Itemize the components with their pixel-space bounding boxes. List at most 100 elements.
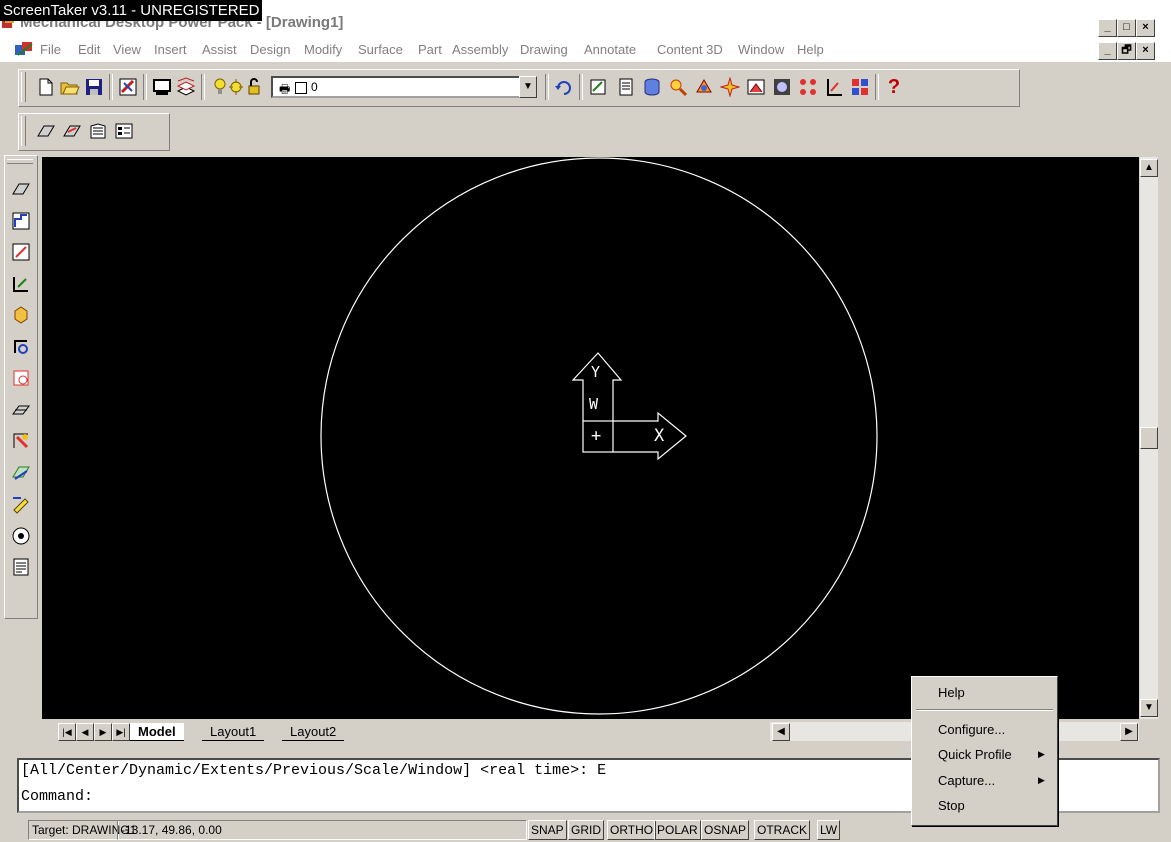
menu-surface[interactable]: Surface xyxy=(358,42,403,57)
menu-item-help[interactable]: Help xyxy=(938,685,965,700)
snap-toggle[interactable]: SNAP xyxy=(528,820,567,840)
drawing-canvas[interactable]: Y W + X xyxy=(42,157,1139,719)
doc-restore-button[interactable]: 🗗 xyxy=(1117,42,1136,60)
menu-item-configure[interactable]: Configure... xyxy=(938,722,1005,737)
placed-feature-icon[interactable] xyxy=(10,430,32,452)
scroll-left-button[interactable]: ◀ xyxy=(772,723,790,741)
maximize-button[interactable]: □ xyxy=(1117,19,1136,37)
toolbar-grip[interactable] xyxy=(21,116,26,146)
menu-edit[interactable]: Edit xyxy=(78,42,100,57)
ucs-x-label: X xyxy=(654,426,665,446)
first-tab-button[interactable]: |◀ xyxy=(58,723,76,741)
close-button[interactable]: × xyxy=(1136,19,1155,37)
menu-content-3d[interactable]: Content 3D xyxy=(657,42,723,57)
menu-view[interactable]: View xyxy=(113,42,141,57)
save-icon[interactable] xyxy=(83,76,105,98)
layers-icon[interactable] xyxy=(175,76,197,98)
assembly-tool-icon[interactable] xyxy=(693,76,715,98)
tab-layout1[interactable]: Layout1 xyxy=(202,723,265,741)
properties-icon[interactable] xyxy=(615,76,637,98)
help-question-icon[interactable]: ? xyxy=(883,76,905,98)
menu-assembly[interactable]: Assembly xyxy=(452,42,508,57)
scroll-up-button[interactable]: ▲ xyxy=(1140,159,1158,177)
desktop-browser-icon[interactable] xyxy=(587,76,609,98)
menu-window[interactable]: Window xyxy=(738,42,784,57)
otrack-toggle[interactable]: OTRACK xyxy=(754,820,811,840)
revolve-icon[interactable] xyxy=(10,336,32,358)
new-file-icon[interactable] xyxy=(35,76,57,98)
polar-toggle[interactable]: POLAR xyxy=(654,820,701,840)
render-icon[interactable] xyxy=(771,76,793,98)
sketch-icon[interactable] xyxy=(10,178,32,200)
grid-toggle[interactable]: GRID xyxy=(568,820,604,840)
ucs-w-label: W xyxy=(589,395,599,413)
measure-icon[interactable] xyxy=(823,76,845,98)
menu-file[interactable]: File xyxy=(40,42,61,57)
screentaker-watermark: ScreenTaker v3.11 - UNREGISTERED xyxy=(0,0,263,21)
next-tab-button[interactable]: ▶ xyxy=(94,723,112,741)
menu-modify[interactable]: Modify xyxy=(304,42,342,57)
grid-parts-icon[interactable] xyxy=(849,76,871,98)
doc-minimize-button[interactable]: _ xyxy=(1098,42,1117,60)
layer-dropdown[interactable]: 🖶 0 xyxy=(271,76,521,98)
pattern-icon[interactable] xyxy=(797,76,819,98)
database-icon[interactable] xyxy=(641,76,663,98)
edit-feature-icon[interactable] xyxy=(10,493,32,515)
assembly-modeling-icon[interactable] xyxy=(61,120,83,142)
scroll-down-button[interactable]: ▼ xyxy=(1140,699,1158,717)
tab-layout2[interactable]: Layout2 xyxy=(282,723,345,741)
profile-icon[interactable] xyxy=(10,210,32,232)
scene-icon[interactable] xyxy=(745,76,767,98)
redraw-icon[interactable] xyxy=(117,76,139,98)
part-visibility-icon[interactable] xyxy=(10,525,32,547)
menu-help[interactable]: Help xyxy=(797,42,824,57)
undo-icon[interactable] xyxy=(553,76,575,98)
minimize-button[interactable]: _ xyxy=(1098,19,1117,37)
prev-tab-button[interactable]: ◀ xyxy=(76,723,94,741)
loft-icon[interactable] xyxy=(10,399,32,421)
drawing-layout-icon[interactable] xyxy=(87,120,109,142)
part-modeling-icon[interactable] xyxy=(35,120,57,142)
toolbar-separator xyxy=(201,74,205,100)
menu-item-capture[interactable]: Capture... xyxy=(938,773,995,788)
scroll-right-button[interactable]: ▶ xyxy=(1120,723,1138,741)
toolbar-separator xyxy=(875,74,879,100)
document-icon[interactable] xyxy=(14,40,36,58)
zoom-part-icon[interactable] xyxy=(667,76,689,98)
menu-item-quick-profile[interactable]: Quick Profile xyxy=(938,747,1012,762)
osnap-toggle[interactable]: OSNAP xyxy=(701,820,750,840)
dimension-icon[interactable] xyxy=(10,273,32,295)
layer-lock-icon[interactable] xyxy=(243,76,265,98)
ortho-toggle[interactable]: ORTHO xyxy=(607,820,657,840)
menu-item-stop[interactable]: Stop xyxy=(938,798,965,813)
doc-close-button[interactable]: × xyxy=(1136,42,1155,60)
menu-assist[interactable]: Assist xyxy=(202,42,237,57)
layer-dropdown-arrow[interactable]: ▼ xyxy=(519,76,537,98)
scroll-thumb[interactable] xyxy=(1140,427,1158,449)
menu-design[interactable]: Design xyxy=(250,42,290,57)
toolbar-separator xyxy=(579,74,583,100)
display-icon[interactable] xyxy=(151,76,173,98)
palette-grip[interactable] xyxy=(7,159,33,164)
mass-properties-icon[interactable] xyxy=(10,556,32,578)
tab-model[interactable]: Model xyxy=(130,723,184,741)
extrude-icon[interactable] xyxy=(10,304,32,326)
status-coordinates[interactable]: -13.17, 49.86, 0.00 xyxy=(117,820,527,840)
explode-icon[interactable] xyxy=(719,76,741,98)
standard-toolbar: 🖶 0 ▼ ? xyxy=(18,69,1020,107)
vertical-scrollbar[interactable]: ▲ ▼ xyxy=(1140,157,1158,719)
command-prompt[interactable]: Command: xyxy=(21,788,93,805)
options-icon[interactable] xyxy=(113,120,135,142)
work-feature-icon[interactable] xyxy=(10,462,32,484)
menu-annotate[interactable]: Annotate xyxy=(584,42,636,57)
sweep-icon[interactable] xyxy=(10,367,32,389)
lw-toggle[interactable]: LW xyxy=(817,820,841,840)
menu-insert[interactable]: Insert xyxy=(154,42,187,57)
constraint-icon[interactable] xyxy=(10,241,32,263)
menu-drawing[interactable]: Drawing xyxy=(520,42,568,57)
last-tab-button[interactable]: ▶| xyxy=(112,723,130,741)
menu-part[interactable]: Part xyxy=(418,42,442,57)
layer-color-swatch xyxy=(295,82,307,94)
open-file-icon[interactable] xyxy=(59,76,81,98)
toolbar-grip[interactable] xyxy=(21,72,26,102)
